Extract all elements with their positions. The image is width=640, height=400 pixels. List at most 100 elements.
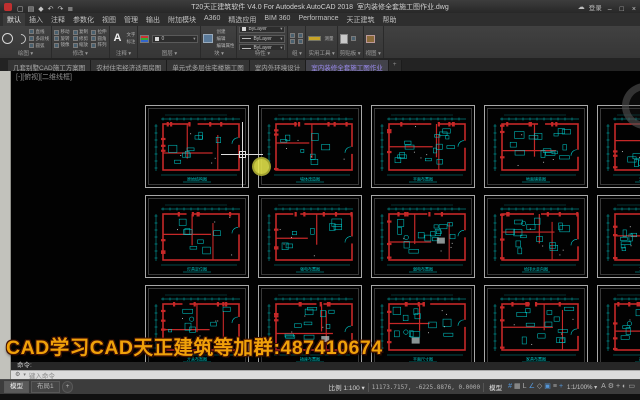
circle-tool-icon[interactable] bbox=[2, 33, 13, 44]
tool-拉伸[interactable]: 拉伸 bbox=[91, 29, 107, 35]
floor-plan-tile[interactable]: 给排水走向图 bbox=[484, 195, 588, 278]
command-dropdown-icon[interactable]: ▾ bbox=[23, 372, 26, 378]
floor-plan-tile[interactable]: 强电布置图 bbox=[258, 195, 362, 278]
tool-直线[interactable]: 直线 bbox=[29, 29, 49, 35]
panel-label[interactable]: 图层 ▾ bbox=[140, 50, 198, 58]
close-button[interactable]: × bbox=[628, 6, 640, 13]
model-space-button[interactable]: 模型 bbox=[487, 382, 504, 392]
snap-icon[interactable]: ▦ bbox=[513, 380, 522, 394]
panel-label[interactable]: 绘图 ▾ bbox=[2, 50, 49, 58]
floor-plan-tile[interactable]: 吊顶尺寸图 bbox=[597, 285, 640, 362]
drawing-canvas[interactable]: [-][俯视][二维线框] 原始结构图墙体改造图平面布置图地面铺装图天花布置图灯… bbox=[0, 71, 640, 362]
set-base-icon[interactable] bbox=[366, 35, 375, 43]
group-tool-icon[interactable] bbox=[298, 33, 303, 38]
measure-tool-icon[interactable] bbox=[308, 36, 321, 41]
tool-测量[interactable]: 测量 bbox=[324, 36, 333, 42]
panel-label[interactable]: 块 ▾ bbox=[203, 50, 234, 58]
ribbon-tab[interactable]: 附加模块 bbox=[164, 13, 200, 26]
new-drawing-tab-button[interactable]: + bbox=[389, 60, 402, 71]
tool-编辑[interactable]: 编辑 bbox=[216, 36, 234, 42]
copy-clip-icon[interactable] bbox=[351, 36, 356, 41]
annotation-visibility-icon[interactable]: A bbox=[600, 380, 607, 394]
scale-selector[interactable]: 比例 1:100 ▾ bbox=[329, 382, 365, 392]
tool-多段线[interactable]: 多段线 bbox=[29, 36, 49, 42]
ribbon-tab[interactable]: 输出 bbox=[142, 13, 164, 26]
panel-label[interactable]: 特性 ▾ bbox=[239, 50, 285, 58]
save-icon[interactable]: ◆ bbox=[36, 6, 45, 13]
insert-block-icon[interactable] bbox=[203, 34, 213, 43]
osnap-icon[interactable]: ▣ bbox=[543, 380, 552, 394]
floor-plan-tile[interactable]: 原始结构图 bbox=[145, 105, 249, 188]
annotation-scale-button[interactable]: 1:1/100% ▾ bbox=[567, 384, 597, 391]
panel-label[interactable]: 注释 ▾ bbox=[112, 50, 136, 58]
app-logo-icon[interactable] bbox=[4, 3, 12, 11]
paste-icon[interactable] bbox=[340, 34, 348, 44]
undo-icon[interactable]: ↶ bbox=[46, 6, 56, 13]
tool-镜像[interactable]: 镜像 bbox=[54, 42, 70, 48]
dynamic-input-icon[interactable]: + bbox=[558, 380, 564, 394]
file-tab[interactable]: 农村住宅经济适用房图 bbox=[91, 60, 167, 71]
cloud-icon[interactable]: ☁ bbox=[576, 3, 587, 11]
tool-创建[interactable]: 创建 bbox=[216, 29, 234, 35]
floor-plan-tile[interactable]: 家具布置图 bbox=[484, 285, 588, 362]
viewport-controls[interactable]: [-][俯视][二维线框] bbox=[16, 72, 72, 82]
tool-编辑属性[interactable]: 编辑属性 bbox=[216, 43, 234, 49]
floor-plan-tile[interactable]: 弱电布置图 bbox=[371, 195, 475, 278]
signin-button[interactable]: 登录 bbox=[587, 2, 604, 12]
tool-阵列[interactable]: 阵列 bbox=[91, 42, 107, 48]
floor-plan-tile[interactable]: 地面铺装图 bbox=[484, 105, 588, 188]
ribbon-tab[interactable]: 精选应用 bbox=[224, 13, 260, 26]
layout-tab[interactable]: 布局1 bbox=[31, 381, 60, 393]
tool-缩放[interactable]: 缩放 bbox=[73, 42, 89, 48]
isodraft-icon[interactable]: ◇ bbox=[536, 380, 543, 394]
file-tab[interactable]: 室内外环境设计 bbox=[250, 60, 307, 71]
arc-tool-icon[interactable] bbox=[14, 31, 28, 45]
property-dropdown[interactable]: ByLayer▾ bbox=[239, 27, 285, 33]
file-tab[interactable]: 室内装修全套施工图作业 bbox=[306, 60, 389, 71]
group-tool-icon[interactable] bbox=[298, 39, 303, 44]
layer-properties-icon[interactable] bbox=[140, 35, 149, 43]
ribbon-tab[interactable]: 视图 bbox=[98, 13, 120, 26]
new-layout-button[interactable]: + bbox=[62, 381, 74, 393]
ribbon-tab[interactable]: 管理 bbox=[120, 13, 142, 26]
tool-圆弧[interactable]: 圆弧 bbox=[29, 43, 49, 49]
panel-label[interactable]: 实用工具 ▾ bbox=[308, 50, 334, 58]
floor-plan-tile[interactable]: 灯具定位图 bbox=[145, 195, 249, 278]
minimize-button[interactable]: – bbox=[604, 6, 616, 13]
layer-dropdown[interactable]: 0▾ bbox=[152, 35, 198, 43]
ribbon-tab[interactable]: 帮助 bbox=[379, 13, 401, 26]
tool-文字[interactable]: 文字 bbox=[126, 32, 135, 38]
open-file-icon[interactable]: ▤ bbox=[26, 6, 37, 13]
polar-icon[interactable]: ∠ bbox=[528, 380, 536, 394]
tool-修剪[interactable]: 修剪 bbox=[73, 36, 89, 42]
tool-圆角[interactable]: 圆角 bbox=[91, 36, 107, 42]
ribbon-tab[interactable]: Performance bbox=[294, 13, 342, 26]
panel-label[interactable]: 组 ▾ bbox=[290, 50, 303, 58]
tool-旋转[interactable]: 旋转 bbox=[54, 36, 70, 42]
panel-label[interactable]: 修改 ▾ bbox=[54, 50, 107, 58]
plot-icon[interactable]: ≣ bbox=[65, 6, 75, 13]
ribbon-tab[interactable]: BIM 360 bbox=[260, 13, 294, 26]
ribbon-tab[interactable]: 天正建筑 bbox=[343, 13, 379, 26]
panel-label[interactable]: 视图 ▾ bbox=[366, 50, 381, 58]
floor-plan-tile[interactable]: 平面尺寸图 bbox=[371, 285, 475, 362]
panel-label[interactable]: 剪贴板 ▾ bbox=[340, 50, 361, 58]
new-file-icon[interactable]: ▢ bbox=[15, 6, 26, 13]
redo-icon[interactable]: ↷ bbox=[56, 6, 66, 13]
property-dropdown[interactable]: ByLayer▾ bbox=[239, 35, 285, 43]
file-tab[interactable]: 单元式多层住宅楼施工图 bbox=[167, 60, 250, 71]
group-tool-icon[interactable] bbox=[290, 39, 295, 44]
tool-移动[interactable]: 移动 bbox=[54, 29, 70, 35]
file-tab[interactable]: 几套别墅CAD施工方案图 bbox=[8, 60, 91, 71]
maximize-button[interactable]: □ bbox=[616, 6, 628, 13]
clean-screen-icon[interactable]: ▭ bbox=[627, 380, 636, 394]
tool-复制[interactable]: 复制 bbox=[73, 29, 89, 35]
floor-plan-tile[interactable]: 墙体改造图 bbox=[258, 105, 362, 188]
tool-标注[interactable]: 标注 bbox=[126, 39, 135, 45]
group-tool-icon[interactable] bbox=[290, 33, 295, 38]
layout-tab[interactable]: 模型 bbox=[4, 381, 29, 393]
floor-plan-tile[interactable]: 立面索引图 bbox=[597, 195, 640, 278]
floor-plan-tile[interactable]: 平面布置图 bbox=[371, 105, 475, 188]
text-tool-icon[interactable]: A bbox=[112, 33, 124, 44]
command-input[interactable]: ⚙ ▾ 键入命令 bbox=[11, 370, 640, 379]
